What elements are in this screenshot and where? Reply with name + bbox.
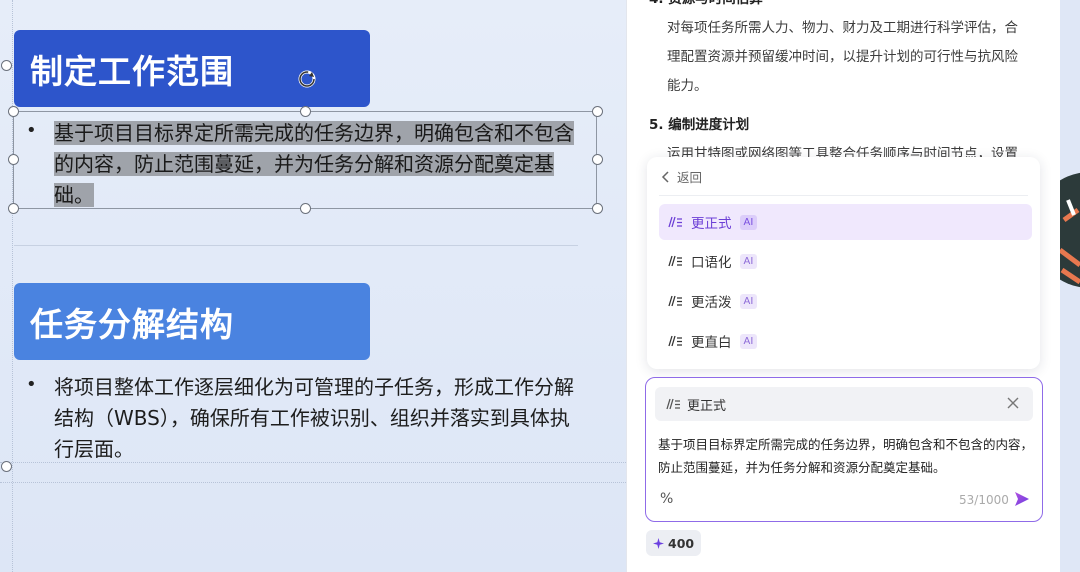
menu-item-label: 口语化 — [691, 255, 732, 271]
doc-paragraph-line: 能力。 — [667, 78, 708, 94]
slide-title-2[interactable]: 任务分解结构 — [14, 283, 370, 360]
resize-handle[interactable] — [300, 106, 311, 117]
menu-item-lively[interactable]: 更活泼 AI — [659, 283, 1032, 319]
chip-label: 更正式 — [687, 398, 727, 414]
rotate-handle-icon[interactable] — [296, 68, 318, 90]
menu-item-label: 更直白 — [691, 335, 732, 351]
selected-style-chip: 更正式 — [655, 387, 1033, 421]
resize-handle[interactable] — [1, 60, 12, 71]
back-button[interactable]: 返回 — [661, 167, 702, 186]
ai-badge: AI — [739, 214, 758, 230]
rewrite-icon — [668, 335, 682, 347]
ai-badge: AI — [739, 333, 758, 349]
selected-text[interactable]: 基于项目目标界定所需完成的任务边界，明确包含和不包含的内容，防止范围蔓延，并为任… — [54, 121, 574, 207]
resize-handle[interactable] — [1, 461, 12, 472]
rewrite-icon — [668, 255, 682, 267]
credits-badge[interactable]: 400 — [646, 530, 702, 556]
slide-canvas[interactable]: 制定工作范围 • 基于项目目标界定所需完成的任务边界，明确包含和不包含的内容，防… — [0, 0, 626, 572]
resize-handle[interactable] — [8, 154, 19, 165]
rewrite-style-menu: 返回 更正式 AI 口语化 AI 更活泼 AI 更直白 AI — [647, 157, 1040, 369]
resize-handle[interactable] — [8, 203, 19, 214]
back-label: 返回 — [677, 170, 703, 185]
resize-handle[interactable] — [592, 154, 603, 165]
rewrite-icon — [668, 295, 682, 307]
decorative-graphic — [1060, 172, 1080, 288]
doc-heading: 5. 编制进度计划 — [649, 117, 750, 133]
slide-bullet-2[interactable]: 将项目整体工作逐层细化为可管理的子任务，形成工作分解结构（WBS），确保所有工作… — [54, 372, 574, 465]
prompt-input[interactable]: 基于项目目标界定所需完成的任务边界，明确包含和不包含的内容，防止范围蔓延，并为任… — [658, 433, 1033, 479]
send-icon[interactable] — [1014, 491, 1030, 507]
ai-input-card[interactable]: 更正式 基于项目目标界定所需完成的任务边界，明确包含和不包含的内容，防止范围蔓延… — [645, 377, 1043, 522]
divider — [14, 245, 578, 246]
guide-line — [0, 482, 626, 483]
document-preview: 4. 资源与时间估算 对每项任务所需人力、物力、财力及工期进行科学评估，合 理配… — [649, 0, 1039, 169]
rewrite-icon — [666, 398, 680, 410]
doc-heading: 4. 资源与时间估算 — [649, 0, 1039, 14]
resize-handle[interactable] — [592, 106, 603, 117]
close-icon[interactable] — [1005, 395, 1021, 411]
menu-item-plain[interactable]: 更直白 AI — [659, 323, 1032, 359]
bullet-marker: • — [26, 374, 37, 395]
menu-item-colloquial[interactable]: 口语化 AI — [659, 243, 1032, 279]
char-counter: 53/1000 — [959, 493, 1009, 507]
resize-handle[interactable] — [592, 203, 603, 214]
chevron-left-icon — [661, 170, 669, 183]
bullet-marker: • — [26, 120, 37, 141]
menu-item-label: 更活泼 — [691, 295, 732, 311]
slide-bullet-1[interactable]: 基于项目目标界定所需完成的任务边界，明确包含和不包含的内容，防止范围蔓延，并为任… — [54, 118, 574, 211]
menu-item-label: 更正式 — [691, 216, 732, 232]
resize-handle[interactable] — [8, 106, 19, 117]
slide-title-2-text: 任务分解结构 — [30, 304, 234, 344]
doc-paragraph-line: 对每项任务所需人力、物力、财力及工期进行科学评估，合 — [667, 20, 1018, 36]
sparkle-icon — [653, 537, 664, 549]
slide-title-1-text: 制定工作范围 — [30, 51, 234, 91]
ai-badge: AI — [739, 293, 758, 309]
credits-value: 400 — [668, 535, 695, 551]
doc-paragraph-line: 理配置资源并预留缓冲时间，以提升计划的可行性与抗风险 — [667, 49, 1018, 65]
ai-badge: AI — [739, 253, 758, 269]
menu-item-formal[interactable]: 更正式 AI — [659, 204, 1032, 240]
percent-icon[interactable]: % — [660, 491, 673, 507]
menu-divider — [659, 195, 1028, 196]
guide-line — [12, 0, 13, 572]
rewrite-icon — [668, 216, 682, 228]
